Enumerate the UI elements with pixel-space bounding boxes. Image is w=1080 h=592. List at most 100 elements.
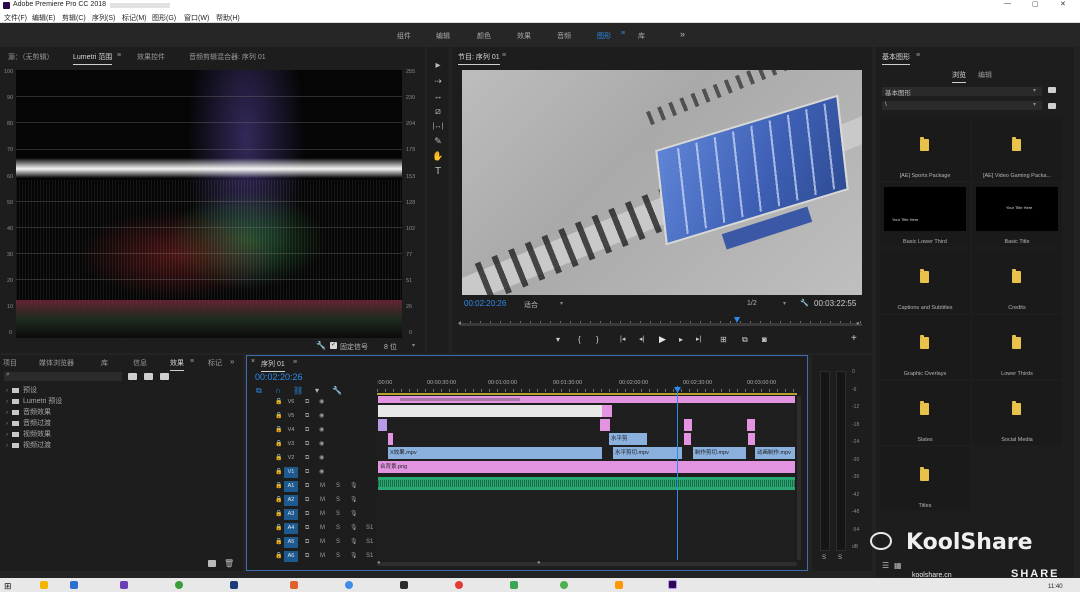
mute-toggle[interactable]: M [320, 551, 325, 562]
audio-track-header[interactable]: 🔒 A6 ⧉ M S 🎙 S1 [247, 550, 375, 563]
32bit-effects-icon[interactable] [144, 373, 153, 380]
graphics-library-select[interactable]: 基本图形 ▾ [882, 87, 1042, 97]
track-lock-icon[interactable]: 🔒 [275, 467, 282, 478]
clip-v3-c[interactable] [684, 433, 691, 445]
workspace-editing[interactable]: 编辑 [436, 31, 450, 41]
clip-v2-a[interactable]: X效果.mpv [388, 447, 602, 459]
taskbar-app-6-icon[interactable] [290, 581, 298, 589]
solo-toggle[interactable]: S [336, 523, 340, 534]
maximize-button[interactable]: ▢ [1032, 0, 1039, 8]
clip-v2-b[interactable]: 水平剪切.mpv [613, 447, 682, 459]
taskbar-app-1-icon[interactable] [40, 581, 48, 589]
track-sync-icon[interactable]: ⧉ [305, 551, 309, 562]
taskbar-app-4-icon[interactable] [175, 581, 183, 589]
track-sync-icon[interactable]: ⧉ [305, 411, 309, 422]
clip-v5-white[interactable] [378, 405, 602, 417]
track-sync-icon[interactable]: ⧉ [305, 467, 309, 478]
program-current-time[interactable]: 00:02:20:26 [464, 299, 506, 308]
timeline-playhead[interactable] [677, 386, 678, 560]
track-name[interactable]: V4 [284, 425, 298, 436]
minimize-button[interactable]: — [1004, 0, 1011, 7]
clip-v1[interactable]: 合背景.png [378, 461, 795, 473]
extract-icon[interactable]: ⧉ [742, 335, 748, 345]
track-lock-icon[interactable]: 🔒 [275, 397, 282, 408]
program-monitor-title[interactable]: 节目: 序列 01 [458, 52, 500, 65]
track-name[interactable]: A5 [284, 537, 298, 548]
menu-sequence[interactable]: 序列(S) [92, 13, 115, 23]
effects-tree-item[interactable]: › 视频效果 [6, 429, 51, 439]
snap-icon[interactable]: ∩ [275, 386, 281, 395]
yuv-effects-icon[interactable] [160, 373, 169, 380]
track-lock-icon[interactable]: 🔒 [275, 481, 282, 492]
slip-tool-icon[interactable]: |↔| [431, 120, 445, 132]
track-name[interactable]: V5 [284, 411, 298, 422]
eye-icon[interactable]: ◉ [319, 453, 324, 464]
graphics-panel-title[interactable]: 基本图形 [882, 52, 910, 65]
export-frame-icon[interactable]: ◙ [762, 335, 767, 344]
video-track-header[interactable]: 🔒 V6 ⧉ ◉ [247, 396, 375, 409]
timeline-vscroll[interactable] [797, 396, 801, 560]
go-to-out-icon[interactable]: ▸| [696, 335, 701, 343]
go-to-in-icon[interactable]: |◂ [620, 335, 625, 343]
workspace-audio[interactable]: 音频 [557, 31, 571, 41]
taskbar-app-8-icon[interactable] [400, 581, 408, 589]
mute-toggle[interactable]: M [320, 537, 325, 548]
selection-tool-icon[interactable]: ▸ [431, 59, 445, 71]
graphics-item[interactable]: Graphic Overlays [880, 315, 970, 379]
bit-depth-select[interactable]: 8 位 [384, 342, 397, 352]
track-sync-icon[interactable]: ⧉ [305, 509, 309, 520]
workspace-libraries[interactable]: 库 [638, 31, 645, 41]
graphics-item[interactable]: Your Title Here Basic Lower Third [880, 183, 970, 247]
graphics-menu-icon[interactable]: ≡ [916, 52, 920, 59]
mic-icon[interactable]: 🎙 [350, 509, 358, 520]
tab-browse[interactable]: 浏览 [952, 70, 966, 83]
video-track-header[interactable]: 🔒 V5 ⧉ ◉ [247, 410, 375, 423]
clip-v4-a[interactable] [378, 419, 387, 431]
settings-wrench-icon[interactable]: 🔧 [800, 299, 809, 307]
audio-track-header[interactable]: 🔒 A2 ⧉ M S 🎙 [247, 494, 375, 507]
timeline-settings-icon[interactable]: 🔧 [332, 386, 342, 395]
mute-toggle[interactable]: M [320, 495, 325, 506]
chevron-right-icon[interactable]: › [6, 388, 8, 394]
fit-select[interactable]: 适合 [524, 300, 538, 310]
mic-icon[interactable]: 🎙 [350, 523, 358, 534]
ruler-work-area[interactable] [377, 393, 797, 395]
menu-graphics[interactable]: 图形(G) [152, 13, 176, 23]
scroll-left-handle-icon[interactable]: ● [377, 560, 381, 566]
graphics-item[interactable]: Your Title Here Basic Title [972, 183, 1062, 247]
mic-icon[interactable]: 🎙 [350, 481, 358, 492]
taskbar-app-3-icon[interactable] [120, 581, 128, 589]
clip-v3-d[interactable] [748, 433, 755, 445]
tab-lumetri-scopes[interactable]: Lumetri 范围 [73, 52, 113, 65]
resolution-chevron-down-icon[interactable]: ▾ [783, 300, 786, 307]
add-button-icon[interactable]: + [851, 333, 857, 344]
workspace-overflow-icon[interactable]: » [680, 29, 685, 39]
effects-menu-icon[interactable]: ≡ [190, 358, 194, 365]
graphics-item[interactable]: Credits [972, 249, 1062, 313]
panel-overflow-icon[interactable]: » [230, 357, 234, 366]
clip-v5-pink[interactable] [602, 405, 612, 417]
solo-toggle[interactable]: S [336, 481, 340, 492]
step-back-icon[interactable]: ◂| [639, 335, 644, 343]
eye-icon[interactable]: ◉ [319, 439, 324, 450]
insert-nest-icon[interactable]: ⧉ [256, 386, 262, 396]
add-marker-icon[interactable]: ▾ [556, 335, 560, 344]
video-track-header[interactable]: 🔒 V4 ⧉ ◉ [247, 424, 375, 437]
track-name[interactable]: A6 [284, 551, 298, 562]
mic-icon[interactable]: 🎙 [350, 537, 358, 548]
timeline-close-icon[interactable]: × [251, 358, 255, 365]
effects-tree-item[interactable]: › 音频过渡 [6, 418, 51, 428]
chevron-right-icon[interactable]: › [6, 421, 8, 427]
video-track-header[interactable]: 🔒 V2 ⧉ ◉ [247, 452, 375, 465]
program-menu-icon[interactable]: ≡ [502, 52, 506, 59]
eye-icon[interactable]: ◉ [319, 467, 324, 478]
clamp-checkbox[interactable]: ✓ [330, 342, 337, 349]
tab-edit[interactable]: 编辑 [978, 70, 992, 80]
effects-tree-item[interactable]: › 预设 [6, 385, 37, 395]
meter-solo-left[interactable]: S [822, 555, 826, 561]
menu-window[interactable]: 窗口(W) [184, 13, 209, 23]
clip-a1[interactable] [378, 477, 795, 490]
scroll-right-handle-icon[interactable]: ● [537, 560, 541, 566]
eye-icon[interactable]: ◉ [319, 397, 324, 408]
clip-v3-b[interactable]: 水平剪 [609, 433, 647, 445]
